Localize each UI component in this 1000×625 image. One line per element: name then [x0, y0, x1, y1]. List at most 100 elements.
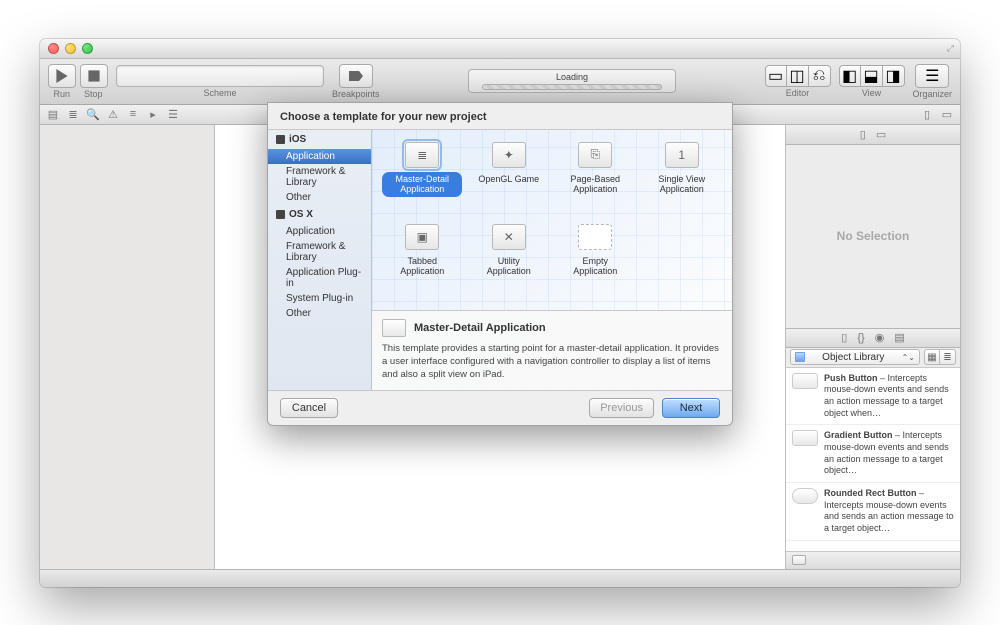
template-label: OpenGL Game — [472, 172, 545, 187]
sidebar-item-framework-library[interactable]: Framework & Library — [268, 239, 371, 265]
no-selection-label: No Selection — [786, 145, 960, 328]
quick-help-icon[interactable]: ▭ — [876, 128, 886, 141]
library-item-icon — [792, 488, 818, 504]
library-item-text: Push Button – Intercepts mouse-down even… — [824, 373, 954, 420]
navigator-panel — [40, 125, 215, 569]
list-view-icon[interactable]: ≣ — [940, 349, 956, 365]
sidebar-item-framework-library[interactable]: Framework & Library — [268, 164, 371, 190]
template-grid: ≣Master-Detail Application✦OpenGL Game⎘P… — [372, 130, 732, 311]
log-navigator-tab[interactable]: ☰ — [166, 107, 180, 121]
scheme-selector[interactable] — [116, 65, 324, 87]
library-filter-icon[interactable] — [792, 555, 806, 565]
organizer-button[interactable]: ☰ — [915, 64, 949, 88]
organizer-label: Organizer — [913, 89, 953, 99]
tab-template-icon: ▣ — [405, 224, 439, 250]
minimize-window-button[interactable] — [65, 43, 76, 54]
traffic-lights — [48, 43, 93, 54]
toggle-navigator-button[interactable]: ◧ — [839, 65, 861, 87]
selector-arrows-icon: ⌃⌄ — [902, 353, 915, 362]
template-label: Tabbed Application — [382, 254, 462, 280]
empty-template-icon — [578, 224, 612, 250]
breakpoints-label: Breakpoints — [332, 89, 380, 99]
library-item-text: Gradient Button – Intercepts mouse-down … — [824, 430, 954, 477]
cancel-button[interactable]: Cancel — [280, 398, 338, 418]
quick-help-tab[interactable]: ▭ — [940, 107, 954, 121]
run-stop-group: Run Stop — [48, 64, 108, 99]
view-group: ◧ ⬓ ◨ View — [839, 65, 905, 98]
template-utility-application[interactable]: ✕Utility Application — [467, 220, 552, 300]
file-template-library-icon[interactable]: ▯ — [841, 331, 847, 344]
breakpoint-navigator-tab[interactable]: ▸ — [146, 107, 160, 121]
stop-button[interactable] — [80, 64, 108, 88]
object-library-list[interactable]: Push Button – Intercepts mouse-down even… — [786, 368, 960, 551]
stop-label: Stop — [84, 89, 103, 99]
zoom-window-button[interactable] — [82, 43, 93, 54]
sidebar-header-osx: OS X — [268, 205, 371, 224]
sidebar-header-ios: iOS — [268, 130, 371, 149]
template-master-detail-application[interactable]: ≣Master-Detail Application — [380, 138, 465, 218]
version-editor-button[interactable]: ⎌ — [809, 65, 831, 87]
library-footer — [786, 551, 960, 569]
loading-label: Loading — [556, 72, 588, 82]
grid-view-icon[interactable]: ▦ — [924, 349, 940, 365]
sheet-body: iOS ApplicationFramework & LibraryOther … — [268, 129, 732, 391]
scheme-label: Scheme — [203, 88, 236, 98]
previous-button[interactable]: Previous — [589, 398, 654, 418]
template-tabbed-application[interactable]: ▣ Tabbed Application — [380, 220, 465, 300]
search-navigator-tab[interactable]: 🔍 — [86, 107, 100, 121]
run-label: Run — [53, 89, 70, 99]
run-button[interactable] — [48, 64, 76, 88]
sidebar-item-system-plug-in[interactable]: System Plug-in — [268, 291, 371, 306]
breakpoints-button[interactable] — [339, 64, 373, 88]
library-item-text: Rounded Rect Button – Intercepts mouse-d… — [824, 488, 954, 535]
object-library-icon[interactable]: ◉ — [875, 331, 885, 344]
library-item[interactable]: Push Button – Intercepts mouse-down even… — [786, 368, 960, 426]
library-view-toggle[interactable]: ▦ ≣ — [924, 349, 956, 365]
close-window-button[interactable] — [48, 43, 59, 54]
template-opengl-game[interactable]: ✦OpenGL Game — [467, 138, 552, 218]
library-selector-label: Object Library — [822, 352, 884, 363]
sidebar-item-other[interactable]: Other — [268, 306, 371, 321]
template-label: Empty Application — [555, 254, 635, 280]
fullscreen-icon[interactable]: ⤢ — [947, 43, 954, 54]
library-item[interactable]: Rounded Rect Button – Intercepts mouse-d… — [786, 483, 960, 541]
toolbar: Run Stop Scheme Breakpoints Loading ▭ ◫ … — [40, 59, 960, 105]
organizer-group: ☰ Organizer — [913, 64, 953, 99]
file-inspector-icon[interactable]: ▯ — [860, 128, 866, 141]
template-description-panel: Master-Detail Application This template … — [372, 310, 732, 389]
symbol-navigator-tab[interactable]: ≣ — [66, 107, 80, 121]
template-single-view-application[interactable]: 1Single View Application — [640, 138, 725, 218]
template-empty-application[interactable]: Empty Application — [553, 220, 638, 300]
assistant-editor-button[interactable]: ◫ — [787, 65, 809, 87]
toggle-debug-button[interactable]: ⬓ — [861, 65, 883, 87]
util-template-icon: ✕ — [492, 224, 526, 250]
template-page-based-application[interactable]: ⎘Page-Based Application — [553, 138, 638, 218]
library-item[interactable]: Gradient Button – Intercepts mouse-down … — [786, 425, 960, 483]
breakpoints-group: Breakpoints — [332, 64, 380, 99]
library-tabs: ▯ {} ◉ ▤ — [786, 328, 960, 348]
file-inspector-tab[interactable]: ▯ — [920, 107, 934, 121]
sidebar-item-application[interactable]: Application — [268, 149, 371, 164]
code-snippet-library-icon[interactable]: {} — [857, 332, 864, 344]
template-desc-title: Master-Detail Application — [414, 322, 546, 334]
template-desc-text: This template provides a starting point … — [382, 343, 722, 381]
next-button[interactable]: Next — [662, 398, 720, 418]
project-navigator-tab[interactable]: ▤ — [46, 107, 60, 121]
editor-label: Editor — [786, 88, 810, 98]
media-library-icon[interactable]: ▤ — [894, 331, 904, 344]
issue-navigator-tab[interactable]: ⚠ — [106, 107, 120, 121]
library-selector[interactable]: Object Library ⌃⌄ — [790, 349, 920, 365]
sheet-title: Choose a template for your new project — [268, 103, 732, 129]
sidebar-item-application[interactable]: Application — [268, 224, 371, 239]
sidebar-item-application-plug-in[interactable]: Application Plug-in — [268, 265, 371, 291]
library-selector-row: Object Library ⌃⌄ ▦ ≣ — [786, 348, 960, 368]
library-item-icon — [792, 430, 818, 446]
debug-navigator-tab[interactable]: ≡ — [126, 107, 140, 121]
sheet-footer: Cancel Previous Next — [268, 391, 732, 425]
toggle-utilities-button[interactable]: ◨ — [883, 65, 905, 87]
sidebar-item-other[interactable]: Other — [268, 190, 371, 205]
new-project-sheet: Choose a template for your new project i… — [267, 102, 733, 426]
titlebar: ⤢ — [40, 39, 960, 59]
template-main: ≣Master-Detail Application✦OpenGL Game⎘P… — [372, 130, 732, 390]
standard-editor-button[interactable]: ▭ — [765, 65, 787, 87]
